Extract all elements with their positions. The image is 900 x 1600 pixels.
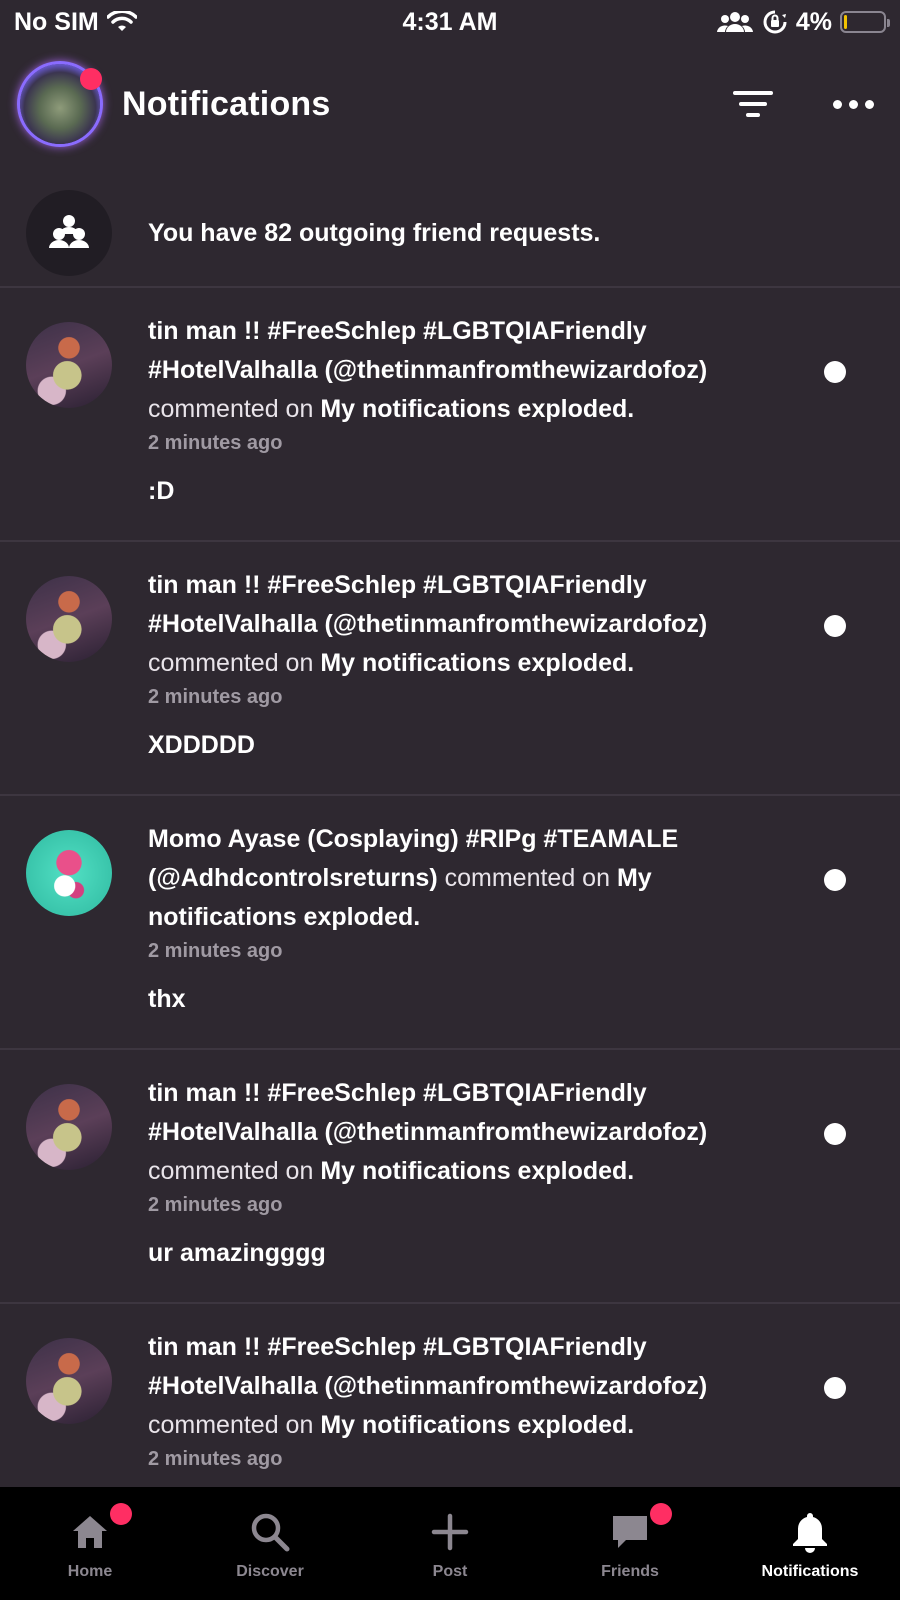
wifi-icon	[106, 11, 137, 31]
unread-dot	[824, 1377, 846, 1399]
timestamp: 2 minutes ago	[148, 1448, 283, 1470]
unread-dot	[824, 615, 846, 637]
commenter-name[interactable]: tin man !! #FreeSchlep #LGBTQIAFriendly	[148, 317, 647, 345]
battery-fill	[844, 15, 847, 29]
notification-item[interactable]: Momo Ayase (Cosplaying) #RIPg #TEAMALE (…	[0, 796, 900, 1050]
status-left: No SIM	[14, 8, 137, 37]
commenter-name-cont[interactable]: #HotelValhalla (@thetinmanfromthewizardo…	[148, 1372, 707, 1400]
commenter-name[interactable]: tin man !! #FreeSchlep #LGBTQIAFriendly	[148, 1079, 647, 1107]
filter-icon[interactable]	[733, 89, 773, 119]
nav-label: Friends	[601, 1563, 659, 1580]
battery-icon	[840, 11, 890, 33]
chat-bubble-icon	[607, 1509, 653, 1555]
notification-content: tin man !! #FreeSchlep #LGBTQIAFriendly …	[148, 1074, 788, 1268]
action-text: commented on	[148, 395, 314, 423]
unread-dot	[824, 1123, 846, 1145]
friends-badge	[650, 1503, 672, 1525]
notification-item[interactable]: tin man !! #FreeSchlep #LGBTQIAFriendly …	[0, 288, 900, 542]
timestamp: 2 minutes ago	[148, 940, 283, 962]
nav-label: Notifications	[761, 1563, 859, 1580]
action-text: commented on	[148, 1157, 314, 1185]
battery-percent: 4%	[795, 7, 832, 36]
unread-dot	[824, 361, 846, 383]
notification-item[interactable]: tin man !! #FreeSchlep #LGBTQIAFriendly …	[0, 1050, 900, 1304]
search-icon	[247, 1509, 293, 1555]
status-bar: No SIM 4:31 AM 4%	[0, 0, 900, 44]
profile-unread-badge	[80, 68, 102, 90]
nav-post[interactable]: Post	[360, 1487, 540, 1600]
post-title-link[interactable]: My	[617, 864, 652, 892]
post-title-link[interactable]: My notifications exploded.	[320, 1157, 634, 1185]
plus-icon	[427, 1509, 473, 1555]
timestamp: 2 minutes ago	[148, 686, 283, 708]
commenter-avatar[interactable]	[26, 322, 112, 408]
action-text: commented on	[444, 864, 610, 892]
commenter-name-cont[interactable]: #HotelValhalla (@thetinmanfromthewizardo…	[148, 1118, 707, 1146]
friend-requests-icon	[26, 190, 112, 276]
notification-content: tin man !! #FreeSchlep #LGBTQIAFriendly …	[148, 566, 788, 760]
action-text: commented on	[148, 1411, 314, 1439]
commenter-name-cont[interactable]: #HotelValhalla (@thetinmanfromthewizardo…	[148, 610, 707, 638]
bottom-nav: Home Discover Post Friends Notifications	[0, 1487, 900, 1600]
home-badge	[110, 1503, 132, 1525]
friend-requests-banner[interactable]: You have 82 outgoing friend requests.	[0, 180, 900, 286]
commenter-avatar[interactable]	[26, 830, 112, 916]
commenter-name[interactable]: tin man !! #FreeSchlep #LGBTQIAFriendly	[148, 571, 647, 599]
home-icon	[67, 1509, 113, 1555]
more-icon[interactable]	[833, 99, 874, 109]
page-title: Notifications	[122, 84, 331, 123]
timestamp: 2 minutes ago	[148, 1194, 283, 1216]
orientation-lock-icon	[763, 10, 787, 34]
post-title-link-cont[interactable]: notifications exploded.	[148, 903, 420, 931]
comment-text: thx	[148, 985, 186, 1013]
nav-discover[interactable]: Discover	[180, 1487, 360, 1600]
nav-label: Discover	[236, 1563, 304, 1580]
nav-label: Home	[67, 1563, 113, 1580]
nav-notifications[interactable]: Notifications	[720, 1487, 900, 1600]
post-title-link[interactable]: My notifications exploded.	[320, 649, 634, 677]
bell-icon	[787, 1509, 833, 1555]
profile-avatar[interactable]	[20, 64, 102, 144]
comment-text: :D	[148, 477, 175, 505]
nav-label: Post	[432, 1563, 468, 1580]
post-title-link[interactable]: My notifications exploded.	[320, 395, 634, 423]
action-text: commented on	[148, 649, 314, 677]
unread-dot	[824, 869, 846, 891]
carrier-label: No SIM	[14, 7, 99, 36]
notification-content: Momo Ayase (Cosplaying) #RIPg #TEAMALE (…	[148, 820, 788, 1014]
header: Notifications	[0, 58, 900, 150]
commenter-name[interactable]: Momo Ayase (Cosplaying) #RIPg #TEAMALE	[148, 825, 678, 853]
comment-text: ur amazingggg	[148, 1239, 326, 1267]
comment-text: XDDDDD	[148, 731, 255, 759]
notification-content: tin man !! #FreeSchlep #LGBTQIAFriendly …	[148, 1328, 788, 1473]
friend-requests-text: You have 82 outgoing friend requests.	[148, 218, 601, 247]
notification-content: tin man !! #FreeSchlep #LGBTQIAFriendly …	[148, 312, 788, 506]
commenter-avatar[interactable]	[26, 1338, 112, 1424]
post-title-link[interactable]: My notifications exploded.	[320, 1411, 634, 1439]
nav-friends[interactable]: Friends	[540, 1487, 720, 1600]
notification-item[interactable]: tin man !! #FreeSchlep #LGBTQIAFriendly …	[0, 542, 900, 796]
commenter-name[interactable]: tin man !! #FreeSchlep #LGBTQIAFriendly	[148, 1333, 647, 1361]
commenter-name-cont[interactable]: #HotelValhalla (@thetinmanfromthewizardo…	[148, 356, 707, 384]
nav-home[interactable]: Home	[0, 1487, 180, 1600]
timestamp: 2 minutes ago	[148, 432, 283, 454]
status-right: 4%	[716, 7, 890, 37]
people-icon	[716, 12, 753, 32]
notification-item[interactable]: tin man !! #FreeSchlep #LGBTQIAFriendly …	[0, 1304, 900, 1487]
commenter-avatar[interactable]	[26, 1084, 112, 1170]
commenter-handle[interactable]: (@Adhdcontrolsreturns)	[148, 864, 438, 892]
header-actions	[733, 89, 880, 119]
commenter-avatar[interactable]	[26, 576, 112, 662]
